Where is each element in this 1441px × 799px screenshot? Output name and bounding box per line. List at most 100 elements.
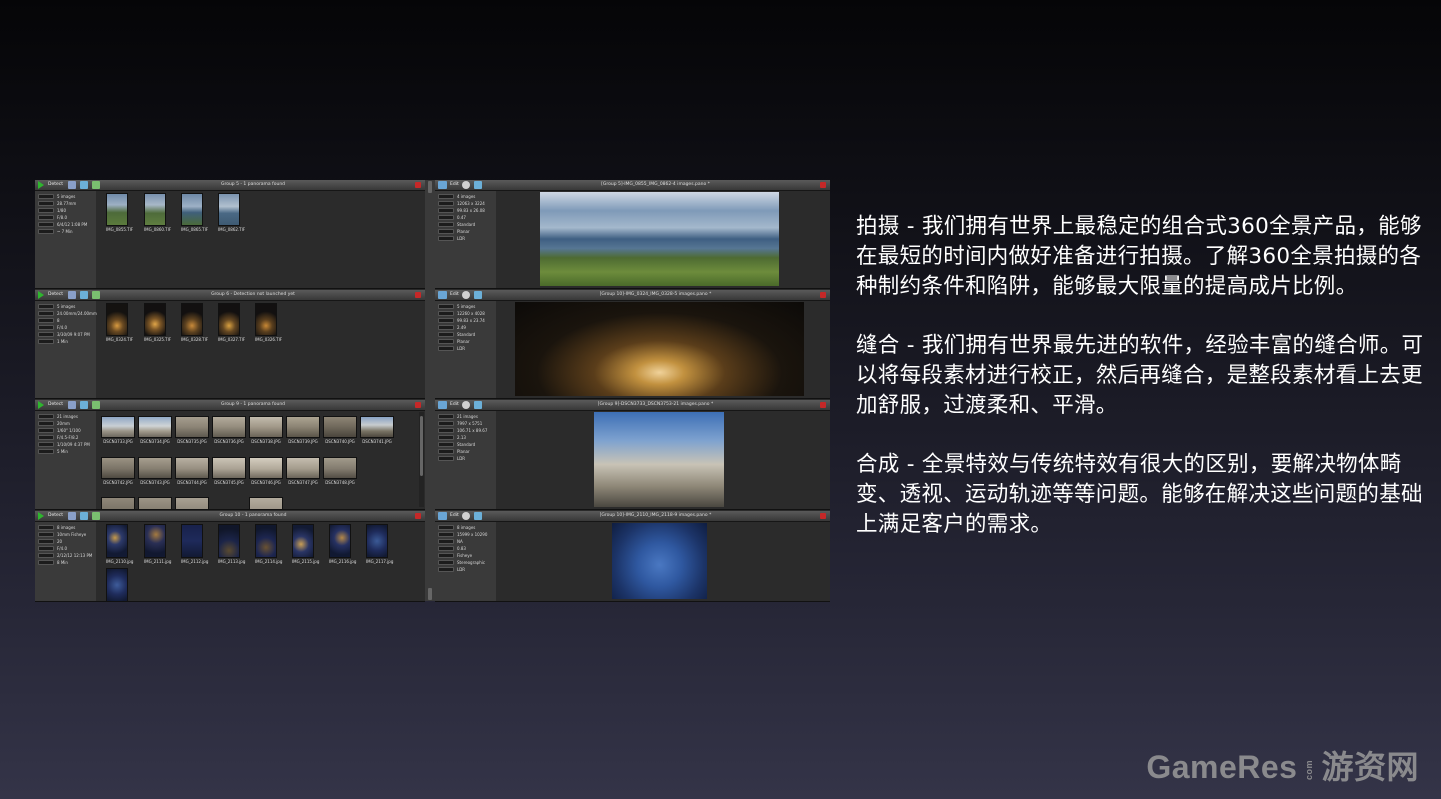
export-icon[interactable] <box>474 401 482 409</box>
stitching-paragraph: 缝合 - 我们拥有世界最先进的软件，经验丰富的缝合师。可以将每段素材进行校正，然… <box>856 333 1424 418</box>
detect-button[interactable]: Detect <box>48 512 63 520</box>
close-icon[interactable] <box>820 513 826 519</box>
thumbnail[interactable] <box>175 497 209 509</box>
group-header: Detect Group 5 - 1 panorama found <box>35 180 425 191</box>
panorama-app-screenshot: Detect Group 5 - 1 panorama found 5 imag… <box>35 180 830 602</box>
panel-splitter[interactable] <box>425 180 435 601</box>
thumbnail[interactable]: DSCN3734.JPG <box>138 416 172 445</box>
panorama-preview[interactable] <box>515 302 804 396</box>
image-icon[interactable] <box>80 401 88 409</box>
gear-icon[interactable] <box>462 401 470 409</box>
info-value: 106.71 x 89.67 <box>457 428 488 433</box>
close-icon[interactable] <box>820 292 826 298</box>
info-value: Standard <box>457 222 476 227</box>
thumbnail[interactable]: IMG_2110.jpg <box>106 524 133 565</box>
thumbnail[interactable]: IMG_2113.jpg <box>218 524 245 565</box>
magic-wand-icon[interactable] <box>68 401 76 409</box>
group-title: Group 9 - 1 panorama found <box>220 402 286 407</box>
image-icon[interactable] <box>80 512 88 520</box>
thumbnail[interactable] <box>138 497 172 509</box>
thumbnail[interactable]: DSCN3733.JPG <box>101 416 135 445</box>
panorama-preview[interactable] <box>612 523 707 599</box>
play-icon[interactable] <box>38 401 44 409</box>
thumbnail[interactable]: DSCN3738.JPG <box>249 416 283 445</box>
thumbnail-grid: IMG_2110.jpg IMG_2111.jpg IMG_2112.jpg I… <box>101 524 419 601</box>
error-icon <box>438 215 454 220</box>
thumbnail[interactable]: IMG_2117.jpg <box>366 524 393 565</box>
thumbnail[interactable]: DSCN3739.JPG <box>286 416 320 445</box>
export-icon[interactable] <box>474 512 482 520</box>
thumbnail[interactable] <box>249 497 283 509</box>
thumbnail[interactable]: DSCN3745.JPG <box>212 457 246 486</box>
projection-icon <box>438 229 454 234</box>
vertical-scrollbar[interactable] <box>419 412 424 507</box>
play-icon[interactable] <box>38 512 44 520</box>
close-icon[interactable] <box>415 182 421 188</box>
magic-wand-icon[interactable] <box>68 291 76 299</box>
thumbnail[interactable]: IMG_2116.jpg <box>329 524 356 565</box>
thumbnail[interactable]: IMG_0328.TIF <box>181 303 208 343</box>
size-icon <box>438 421 454 426</box>
thumbnail[interactable]: IMG_0855.TIF <box>106 193 133 233</box>
thumbnail[interactable]: IMG_2111.jpg <box>144 524 171 565</box>
splitter-handle[interactable] <box>428 181 432 193</box>
thumbnail[interactable]: DSCN3743.JPG <box>138 457 172 486</box>
edit-button[interactable]: Edit <box>450 291 459 299</box>
gear-icon[interactable] <box>462 181 470 189</box>
thumbnail[interactable]: IMG_0325.TIF <box>144 303 171 343</box>
thumbnail[interactable]: DSCN3735.JPG <box>175 416 209 445</box>
thumbnail[interactable]: DSCN3746.JPG <box>249 457 283 486</box>
thumbnail[interactable]: DSCN3742.JPG <box>101 457 135 486</box>
thumbnail-label: DSCN3743.JPG <box>140 480 170 485</box>
export-icon[interactable] <box>474 181 482 189</box>
thumbnail[interactable]: DSCN3741.JPG <box>360 416 394 445</box>
close-icon[interactable] <box>415 513 421 519</box>
aperture-icon <box>38 546 54 551</box>
thumbnail[interactable]: DSCN3748.JPG <box>323 457 357 486</box>
panorama-preview[interactable] <box>594 412 724 507</box>
play-icon[interactable] <box>38 291 44 299</box>
thumbnail[interactable]: IMG_0862.TIF <box>218 193 245 233</box>
gear-icon[interactable] <box>462 512 470 520</box>
panorama-header: Edit [Group 10]-IMG_2110_IMG_2118-9 imag… <box>435 511 830 522</box>
image-icon[interactable] <box>80 291 88 299</box>
thumbnail[interactable]: IMG_2112.jpg <box>181 524 208 565</box>
detect-button[interactable]: Detect <box>48 291 63 299</box>
edit-button[interactable]: Edit <box>450 401 459 409</box>
gear-icon[interactable] <box>462 291 470 299</box>
info-value: 1/10/09 4:37 PM <box>57 442 90 447</box>
close-icon[interactable] <box>415 402 421 408</box>
thumbnail[interactable]: DSCN3747.JPG <box>286 457 320 486</box>
scroll-thumb[interactable] <box>420 416 423 476</box>
close-icon[interactable] <box>820 402 826 408</box>
play-icon[interactable] <box>38 181 44 189</box>
thumbnail[interactable]: IMG_2115.jpg <box>292 524 319 565</box>
thumbnail[interactable]: DSCN3740.JPG <box>323 416 357 445</box>
thumbnail[interactable]: IMG_0324.TIF <box>106 303 133 343</box>
magic-wand-icon[interactable] <box>68 512 76 520</box>
splitter-handle[interactable] <box>428 588 432 600</box>
detect-button[interactable]: Detect <box>48 181 63 189</box>
magic-wand-icon[interactable] <box>68 181 76 189</box>
thumbnail[interactable] <box>106 568 128 601</box>
close-icon[interactable] <box>820 182 826 188</box>
thumbnail[interactable]: IMG_0860.TIF <box>144 193 171 233</box>
info-value: 8 images <box>457 525 476 530</box>
export-icon[interactable] <box>474 291 482 299</box>
group-header: Detect Group 10 - 1 panorama found <box>35 511 425 522</box>
thumbnail[interactable]: DSCN3744.JPG <box>175 457 209 486</box>
panorama-preview[interactable] <box>540 192 779 286</box>
thumbnail[interactable] <box>101 497 135 509</box>
images-count-icon <box>438 414 454 419</box>
thumbnail[interactable]: IMG_0865.TIF <box>181 193 208 233</box>
thumbnail-label: DSCN3747.JPG <box>288 480 318 485</box>
edit-button[interactable]: Edit <box>450 512 459 520</box>
thumbnail[interactable]: DSCN3736.JPG <box>212 416 246 445</box>
edit-button[interactable]: Edit <box>450 181 459 189</box>
thumbnail[interactable]: IMG_0327.TIF <box>218 303 245 343</box>
thumbnail[interactable]: IMG_2114.jpg <box>255 524 282 565</box>
close-icon[interactable] <box>415 292 421 298</box>
image-icon[interactable] <box>80 181 88 189</box>
thumbnail[interactable]: IMG_0326.TIF <box>255 303 282 343</box>
detect-button[interactable]: Detect <box>48 401 63 409</box>
